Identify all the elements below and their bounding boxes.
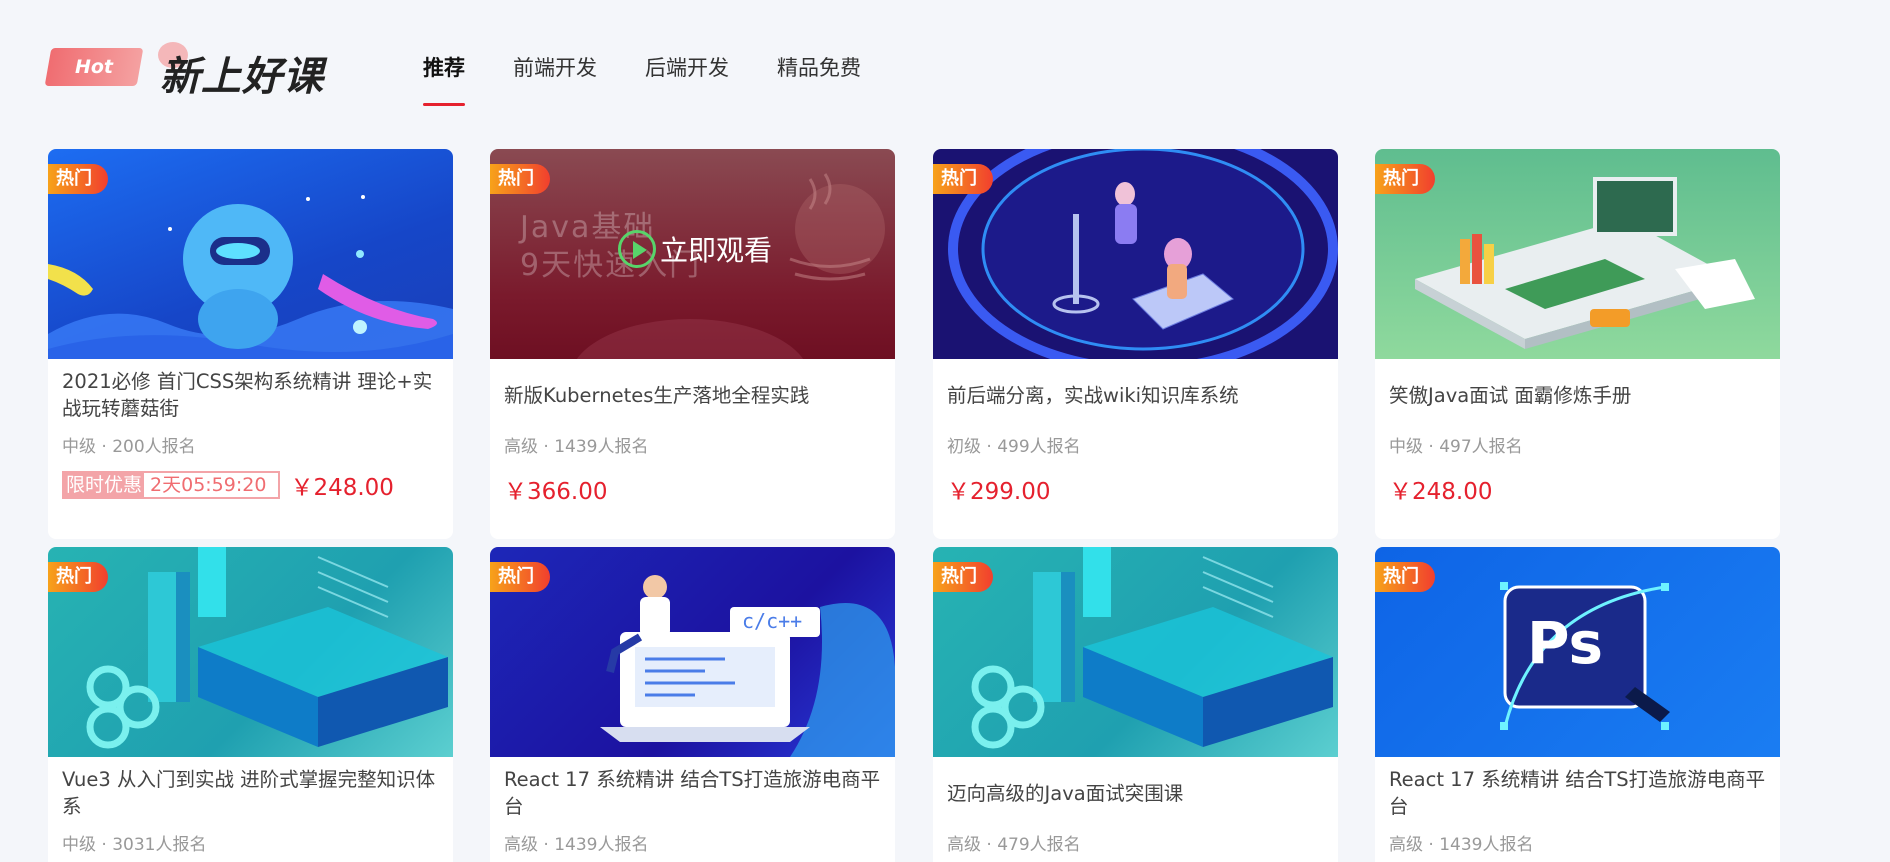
- isometric-illustration: [86, 547, 448, 749]
- course-title[interactable]: 笑傲Java面试 面霸修炼手册: [1389, 367, 1766, 423]
- hot-tag: 热门: [1375, 562, 1435, 592]
- code-label: c/c++: [742, 609, 803, 633]
- course-meta: 初级 · 499人报名: [947, 437, 1081, 457]
- play-icon: [618, 230, 656, 268]
- course-price: ￥248.00: [1389, 479, 1493, 505]
- course-card[interactable]: c/c++ 热门 React 17 系统精讲 结合TS打造旅游电商平台 高级 ·…: [490, 547, 895, 862]
- course-meta: 中级 · 200人报名: [62, 437, 196, 457]
- hot-tag: 热门: [48, 164, 108, 194]
- promo-countdown: 限时优惠 2天05:59:20: [62, 471, 281, 499]
- course-card[interactable]: Java基础 9天快速入门 立即观看 热门 新版Kubernetes生产落地全程…: [490, 149, 895, 539]
- tab-free[interactable]: 精品免费: [777, 52, 861, 106]
- course-thumbnail[interactable]: 热门: [48, 547, 453, 757]
- course-thumbnail[interactable]: 热门: [48, 149, 453, 359]
- hot-badge-label: Hot: [74, 56, 114, 78]
- course-card[interactable]: 热门 笑傲Java面试 面霸修炼手册 中级 · 497人报名 ￥248.00: [1375, 149, 1780, 539]
- promo-label: 限时优惠: [64, 473, 145, 497]
- robot-illustration: [48, 195, 453, 359]
- course-meta: 高级 · 479人报名: [947, 835, 1081, 855]
- course-card[interactable]: 热门 2021必修 首门CSS架构系统精讲 理论+实战玩转蘑菇街 中级 · 20…: [48, 149, 453, 539]
- stage-illustration: [948, 149, 1338, 359]
- course-thumbnail[interactable]: Ps 热门: [1375, 547, 1780, 757]
- course-price: ￥299.00: [947, 479, 1051, 505]
- course-price: ￥248.00: [290, 475, 394, 501]
- isometric-illustration: [971, 547, 1333, 749]
- course-title[interactable]: 2021必修 首门CSS架构系统精讲 理论+实战玩转蘑菇街: [62, 367, 439, 423]
- course-section-header: Hot 新上好课 推荐 前端开发 后端开发 精品免费: [44, 40, 1848, 110]
- course-thumbnail[interactable]: 热门: [933, 547, 1338, 757]
- course-title[interactable]: Vue3 从入门到实战 进阶式掌握完整知识体系: [62, 765, 439, 821]
- tab-frontend[interactable]: 前端开发: [513, 52, 597, 106]
- hot-tag: 热门: [48, 562, 108, 592]
- course-meta: 高级 · 1439人报名: [1389, 835, 1534, 855]
- course-meta: 高级 · 1439人报名: [504, 835, 649, 855]
- watch-now-label: 立即观看: [660, 234, 773, 267]
- hot-tag: 热门: [1375, 164, 1435, 194]
- course-meta: 高级 · 1439人报名: [504, 437, 649, 457]
- course-title[interactable]: 前后端分离，实战wiki知识库系统: [947, 367, 1324, 423]
- hot-tag: 热门: [933, 164, 993, 194]
- course-thumbnail[interactable]: Java基础 9天快速入门 立即观看 热门: [490, 149, 895, 359]
- course-card[interactable]: Ps 热门 React 17 系统精讲 结合TS打造旅游电商平台 高级 · 14…: [1375, 547, 1780, 862]
- course-title[interactable]: 新版Kubernetes生产落地全程实践: [504, 367, 881, 423]
- hot-tag: 热门: [933, 562, 993, 592]
- course-card[interactable]: 热门 迈向高级的Java面试突围课 高级 · 479人报名: [933, 547, 1338, 862]
- course-price: ￥366.00: [504, 479, 608, 505]
- course-thumbnail[interactable]: 热门: [933, 149, 1338, 359]
- hot-tag: 热门: [490, 562, 550, 592]
- course-card[interactable]: 热门 前后端分离，实战wiki知识库系统 初级 · 499人报名 ￥299.00: [933, 149, 1338, 539]
- tab-backend[interactable]: 后端开发: [645, 52, 729, 106]
- hot-tag: 热门: [490, 164, 550, 194]
- classroom-illustration: [1415, 177, 1755, 349]
- course-thumbnail[interactable]: 热门: [1375, 149, 1780, 359]
- course-title[interactable]: React 17 系统精讲 结合TS打造旅游电商平台: [504, 765, 881, 821]
- course-card[interactable]: 热门 Vue3 从入门到实战 进阶式掌握完整知识体系 中级 · 3031人报名: [48, 547, 453, 862]
- ps-label: Ps: [1527, 609, 1604, 677]
- promo-timer: 2天05:59:20: [150, 474, 267, 496]
- section-title: 新上好课: [160, 54, 324, 100]
- course-title[interactable]: React 17 系统精讲 结合TS打造旅游电商平台: [1389, 765, 1766, 821]
- course-meta: 中级 · 497人报名: [1389, 437, 1523, 457]
- watch-now-button[interactable]: 立即观看: [618, 229, 772, 269]
- course-meta: 中级 · 3031人报名: [62, 835, 207, 855]
- laptop-code-illustration: [600, 575, 895, 757]
- course-title[interactable]: 迈向高级的Java面试突围课: [947, 765, 1324, 821]
- course-thumbnail[interactable]: c/c++ 热门: [490, 547, 895, 757]
- tab-recommended[interactable]: 推荐: [423, 52, 465, 106]
- category-tabs: 推荐 前端开发 后端开发 精品免费: [423, 52, 909, 106]
- hot-badge: Hot: [44, 48, 144, 86]
